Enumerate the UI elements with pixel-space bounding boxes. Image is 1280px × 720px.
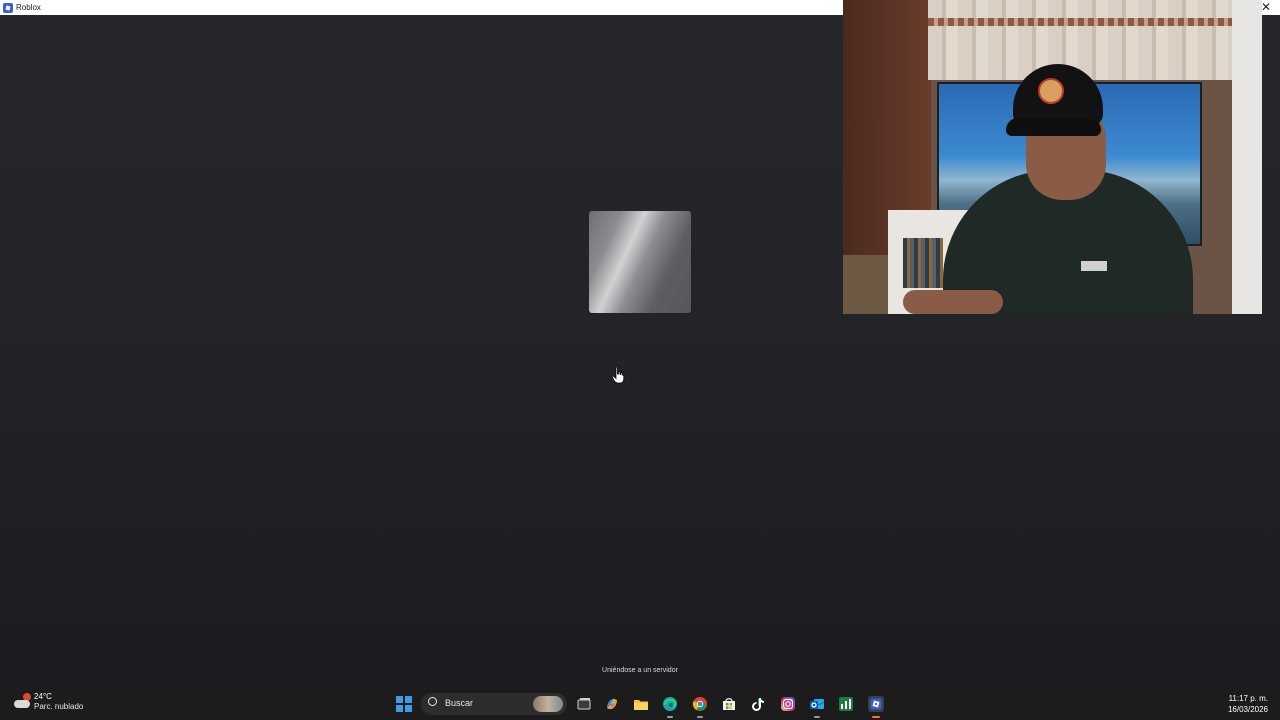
connection-status-text: Uniéndose a un servidor [602,667,678,674]
webcam-curtain [928,0,1262,80]
copilot-icon[interactable] [604,696,620,712]
webcam-books [903,238,943,288]
webcam-cap-brim [1006,118,1101,136]
edge-running-indicator [667,716,673,718]
chrome-running-indicator [697,716,703,718]
search-label: Buscar [445,698,474,708]
clock-date: 16/03/2026 [1227,705,1268,714]
webcam-curtain-band [928,18,1262,26]
webcam-shirt-logo [1081,261,1107,271]
weather-temperature: 24°C [34,692,52,701]
webcam-cap-logo [1038,78,1064,104]
webcam-person-arm [903,290,1003,314]
start-button[interactable] [396,696,412,712]
excel-icon[interactable] [838,696,854,712]
folder-icon[interactable] [633,696,649,712]
webcam-door [1232,0,1262,314]
weather-widget[interactable]: 24°C Parc. nublado [12,692,83,712]
clock-time: 11:17 p. m. [1228,694,1268,703]
roblox-icon [3,2,13,13]
tiktok-icon[interactable] [750,696,766,712]
window-title: Roblox [16,3,41,12]
instagram-icon[interactable] [780,696,796,712]
webcam-overlay [843,0,1262,314]
roblox-icon[interactable] [868,696,884,712]
store-icon[interactable] [721,696,737,712]
chrome-icon[interactable] [692,696,708,712]
search-icon [428,697,437,706]
system-clock[interactable]: 11:17 p. m. 16/03/2026 [1228,693,1268,715]
weather-description: Parc. nublado [34,702,84,711]
outlook-icon[interactable] [809,696,825,712]
windows-taskbar: 24°C Parc. nublado Buscar 11:17 p. m. 16… [0,688,1280,720]
roblox-active-indicator [872,716,880,718]
outlook-running-indicator [814,716,820,718]
task-view-icon[interactable] [576,696,592,712]
partly-cloudy-icon [12,692,32,712]
search-highlight-image [533,696,563,712]
loading-placeholder-tile [589,211,691,313]
hand-cursor-icon [611,366,625,384]
close-button[interactable]: ✕ [1261,0,1271,15]
taskbar-search-box[interactable]: Buscar [421,693,567,715]
edge-icon[interactable] [662,696,678,712]
